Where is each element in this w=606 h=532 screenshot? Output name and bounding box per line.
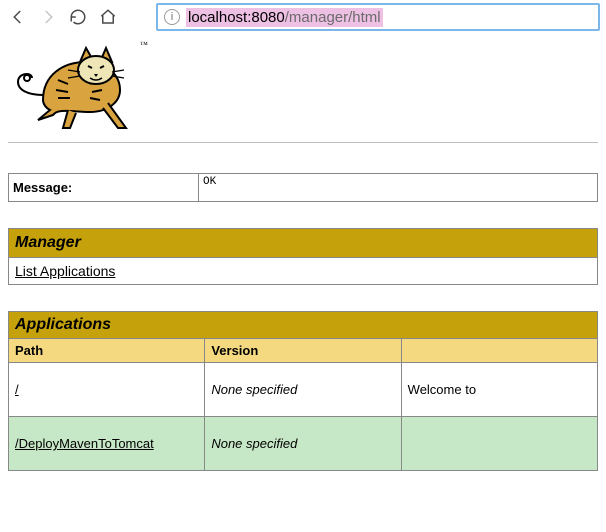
message-label: Message: [9, 174, 199, 202]
url-host: localhost [188, 9, 247, 26]
list-applications-link[interactable]: List Applications [15, 263, 115, 279]
url-text: localhost:8080/manager/html [186, 8, 383, 27]
url-path: /manager/html [285, 9, 381, 26]
forward-button[interactable] [36, 5, 60, 29]
app-version: None specified [211, 436, 297, 451]
applications-table: Applications Path Version / None specifi… [8, 311, 598, 471]
app-display [401, 417, 597, 471]
divider [8, 142, 598, 143]
manager-section: Manager List Applications [8, 228, 598, 285]
back-button[interactable] [6, 5, 30, 29]
app-version: None specified [211, 382, 297, 397]
applications-header: Applications [9, 312, 598, 339]
app-path-link[interactable]: / [15, 382, 19, 397]
tomcat-logo: ™ [8, 40, 598, 132]
page-body: ™ Message: OK Manager List Applications … [0, 34, 606, 471]
trademark-symbol: ™ [140, 40, 148, 49]
col-display-header [401, 339, 597, 363]
url-port: :8080 [247, 9, 285, 26]
message-table: Message: OK [8, 173, 598, 202]
col-version-header: Version [205, 339, 401, 363]
reload-button[interactable] [66, 5, 90, 29]
home-button[interactable] [96, 5, 120, 29]
app-path-link[interactable]: /DeployMavenToTomcat [15, 436, 154, 451]
message-value: OK [199, 174, 598, 202]
info-icon: i [164, 9, 180, 25]
col-path-header: Path [9, 339, 205, 363]
browser-toolbar: i localhost:8080/manager/html [0, 0, 606, 34]
url-bar[interactable]: i localhost:8080/manager/html [156, 3, 600, 31]
app-display: Welcome to [401, 363, 597, 417]
manager-header: Manager [9, 229, 598, 258]
